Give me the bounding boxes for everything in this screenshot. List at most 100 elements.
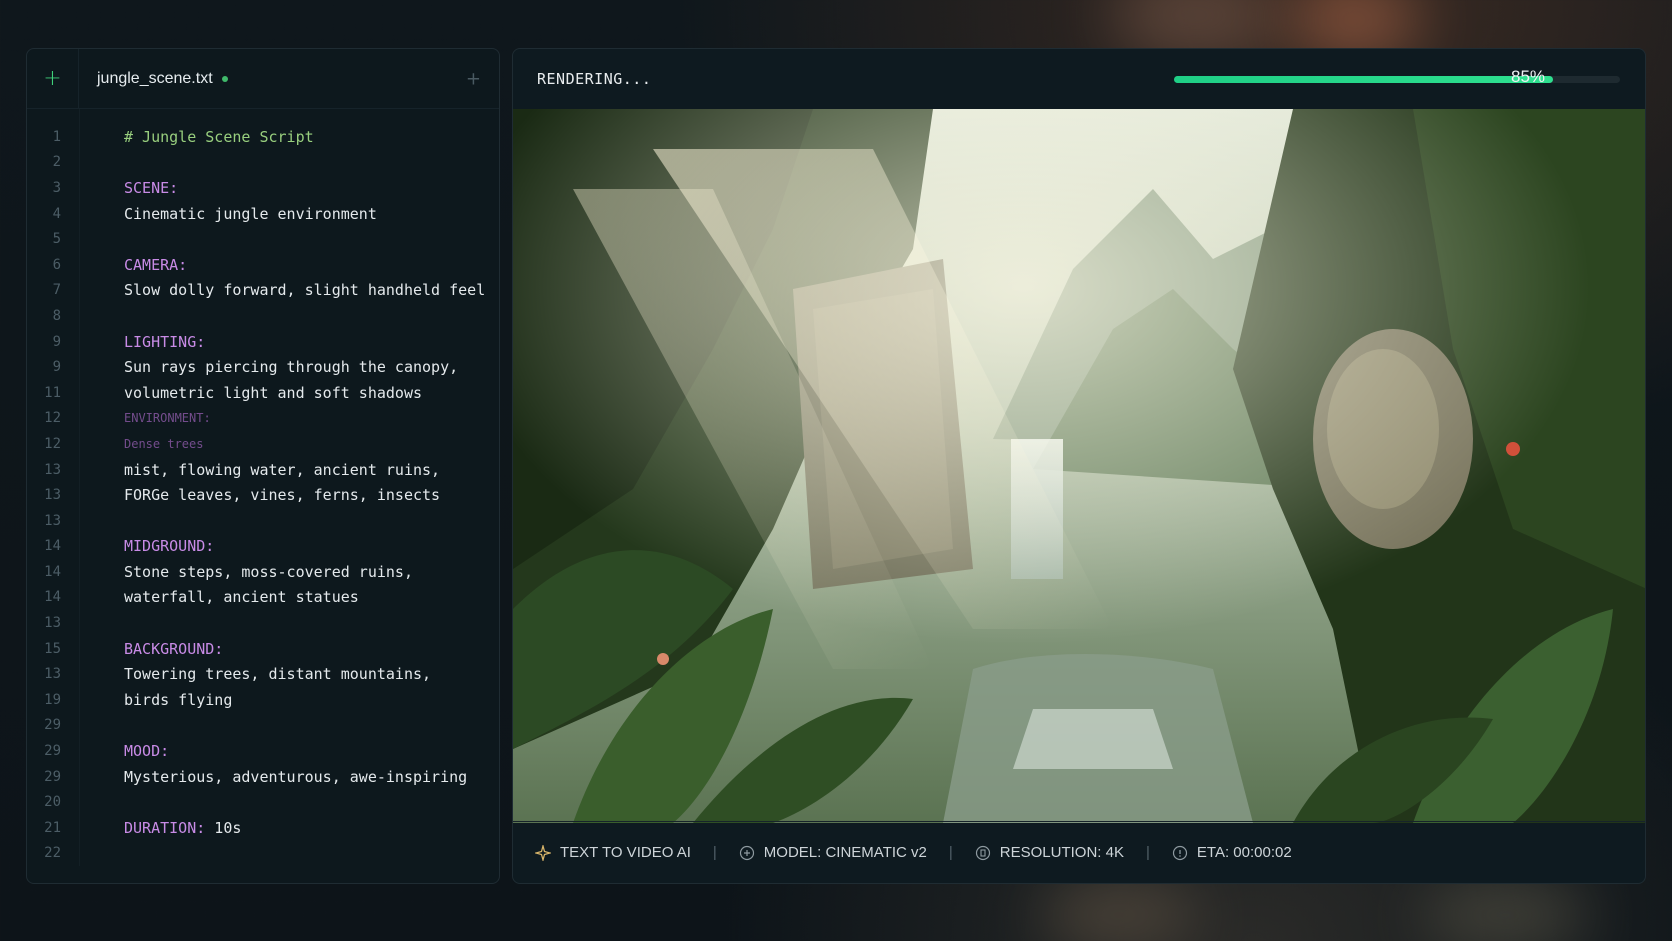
code-text: mist, flowing water, ancient ruins, [124, 460, 441, 479]
code-line[interactable]: 21 DURATION: 10s [27, 815, 499, 841]
line-number: 8 [52, 307, 61, 324]
sparkle-icon [535, 844, 551, 861]
code-line[interactable]: 29 [27, 713, 499, 739]
code-line[interactable]: 13 [27, 508, 499, 534]
line-number: 21 [44, 819, 61, 836]
line-number: 22 [44, 845, 61, 862]
line-number: 12 [44, 435, 61, 452]
eta-label: ETA: 00:00:02 [1196, 844, 1292, 861]
line-number: 13 [44, 461, 61, 478]
code-line[interactable]: 7 Slow dolly forward, slight handheld fee… [27, 278, 499, 304]
code-line[interactable]: 9 Sun rays piercing through the canopy, [27, 354, 499, 380]
code-line[interactable]: 9 LIGHTING: [27, 329, 499, 355]
gutter-divider [79, 109, 80, 867]
add-tab-plus-icon[interactable]: + [466, 68, 481, 89]
footer-separator: | [712, 844, 717, 861]
code-line[interactable]: 13 FORGe leaves, vines, ferns, insects [27, 482, 499, 508]
resolution-label: RESOLUTION: 4K [999, 844, 1124, 861]
code-line[interactable]: 3 SCENE: [27, 175, 499, 201]
code-line[interactable]: 1 # Jungle Scene Script [27, 124, 499, 150]
jungle-scene-illustration [513, 109, 1645, 823]
code-text: DURATION: 10s [87, 819, 241, 837]
resolution-circle-icon [975, 845, 990, 860]
code-line[interactable]: 29 Mysterious, adventurous, awe-inspiring [27, 764, 499, 790]
code-line[interactable]: 14 waterfall, ancient statues [27, 585, 499, 611]
rendered-jungle-image [513, 109, 1645, 823]
progress-bar [1174, 76, 1620, 83]
line-number: 7 [52, 282, 61, 299]
code-line[interactable]: 13 mist, flowing water, ancient ruins, [27, 457, 499, 483]
code-text: Mysterious, adventurous, awe-inspiring [124, 767, 468, 786]
code-area[interactable]: 1 # Jungle Scene Script 2 3 SCENE: 4 Cinematic… [27, 109, 499, 867]
code-line[interactable]: 14 Stone steps, moss-covered ruins, [27, 559, 499, 585]
code-line[interactable]: 11 volumetric light and soft shadows [27, 380, 499, 406]
line-number: 2 [52, 154, 61, 171]
line-number: 13 [44, 615, 61, 632]
line-number: 3 [52, 179, 61, 196]
render-status: RENDERING... [537, 70, 652, 88]
new-file-plus-icon[interactable]: + [27, 49, 79, 108]
tab-jungle-scene[interactable]: jungle_scene.txt [79, 70, 228, 88]
code-text: Sun rays piercing through the canopy, [124, 358, 459, 377]
code-line[interactable]: 12 Dense trees [27, 431, 499, 457]
code-text: volumetric light and soft shadows [124, 383, 423, 402]
code-line[interactable]: 15 BACKGROUND: [27, 636, 499, 662]
line-number: 4 [52, 205, 61, 222]
progress-fill [1174, 76, 1554, 83]
code-line[interactable]: 12 ENVIRONMENT: [27, 406, 499, 432]
line-number: 11 [44, 384, 61, 401]
code-line[interactable]: 8 [27, 303, 499, 329]
footer-separator: | [948, 844, 953, 861]
code-line[interactable]: 14 MIDGROUND: [27, 534, 499, 560]
footer-separator: | [1145, 844, 1150, 861]
code-line[interactable]: 13 Towering trees, distant mountains, [27, 661, 499, 687]
code-text: # Jungle Scene Script [124, 127, 314, 146]
code-text: Cinematic jungle environment [124, 204, 377, 223]
code-line[interactable]: 20 [27, 789, 499, 815]
progress-percent: 85% [1511, 67, 1546, 86]
code-line[interactable]: 5 [27, 226, 499, 252]
product-name: TEXT TO VIDEO AI [560, 844, 691, 861]
background-blur [1040, 880, 1200, 941]
editor-tab-bar: + jungle_scene.txt + [27, 49, 499, 109]
line-number: 14 [44, 563, 61, 580]
line-number: 5 [52, 231, 61, 248]
line-number: 1 [52, 128, 61, 145]
background-blur [1420, 880, 1590, 941]
code-text: Slow dolly forward, slight handheld feel [124, 281, 486, 300]
code-line[interactable]: 19 birds flying [27, 687, 499, 713]
model-plus-circle-icon [739, 845, 754, 860]
line-number: 29 [44, 768, 61, 785]
code-text: BACKGROUND: [124, 639, 224, 658]
product-label: TEXT TO VIDEO AI [535, 844, 691, 861]
code-text: ENVIRONMENT: [124, 411, 211, 426]
line-number: 12 [44, 410, 61, 427]
model-info[interactable]: MODEL: CINEMATIC v2 [739, 844, 927, 861]
line-number: 29 [44, 743, 61, 760]
render-preview-panel: RENDERING... 85% TEXT TO VIDEO AI | MODE… [512, 48, 1646, 884]
code-text: Towering trees, distant mountains, [124, 665, 432, 684]
line-number: 13 [44, 666, 61, 683]
code-text: MIDGROUND: [124, 537, 215, 556]
code-line[interactable]: 6 CAMERA: [27, 252, 499, 278]
code-value: 10s [205, 818, 242, 837]
model-label: MODEL: CINEMATIC v2 [763, 844, 927, 861]
line-number: 14 [44, 538, 61, 555]
render-header: RENDERING... 85% [513, 49, 1645, 109]
code-text: waterfall, ancient statues [124, 588, 359, 607]
code-line[interactable]: 13 [27, 610, 499, 636]
code-line[interactable]: 4 Cinematic jungle environment [27, 201, 499, 227]
code-text: FORGe leaves, vines, ferns, insects [124, 486, 441, 505]
resolution-info[interactable]: RESOLUTION: 4K [975, 844, 1124, 861]
code-line[interactable]: 2 [27, 150, 499, 176]
code-text: birds flying [124, 690, 233, 709]
code-line[interactable]: 29 MOOD: [27, 738, 499, 764]
line-number: 9 [52, 359, 61, 376]
line-number: 13 [44, 487, 61, 504]
code-text: MOOD: [124, 742, 170, 761]
code-line[interactable]: 22 [27, 841, 499, 867]
code-text: LIGHTING: [124, 332, 206, 351]
line-number: 29 [44, 717, 61, 734]
line-number: 19 [44, 691, 61, 708]
line-number: 13 [44, 512, 61, 529]
